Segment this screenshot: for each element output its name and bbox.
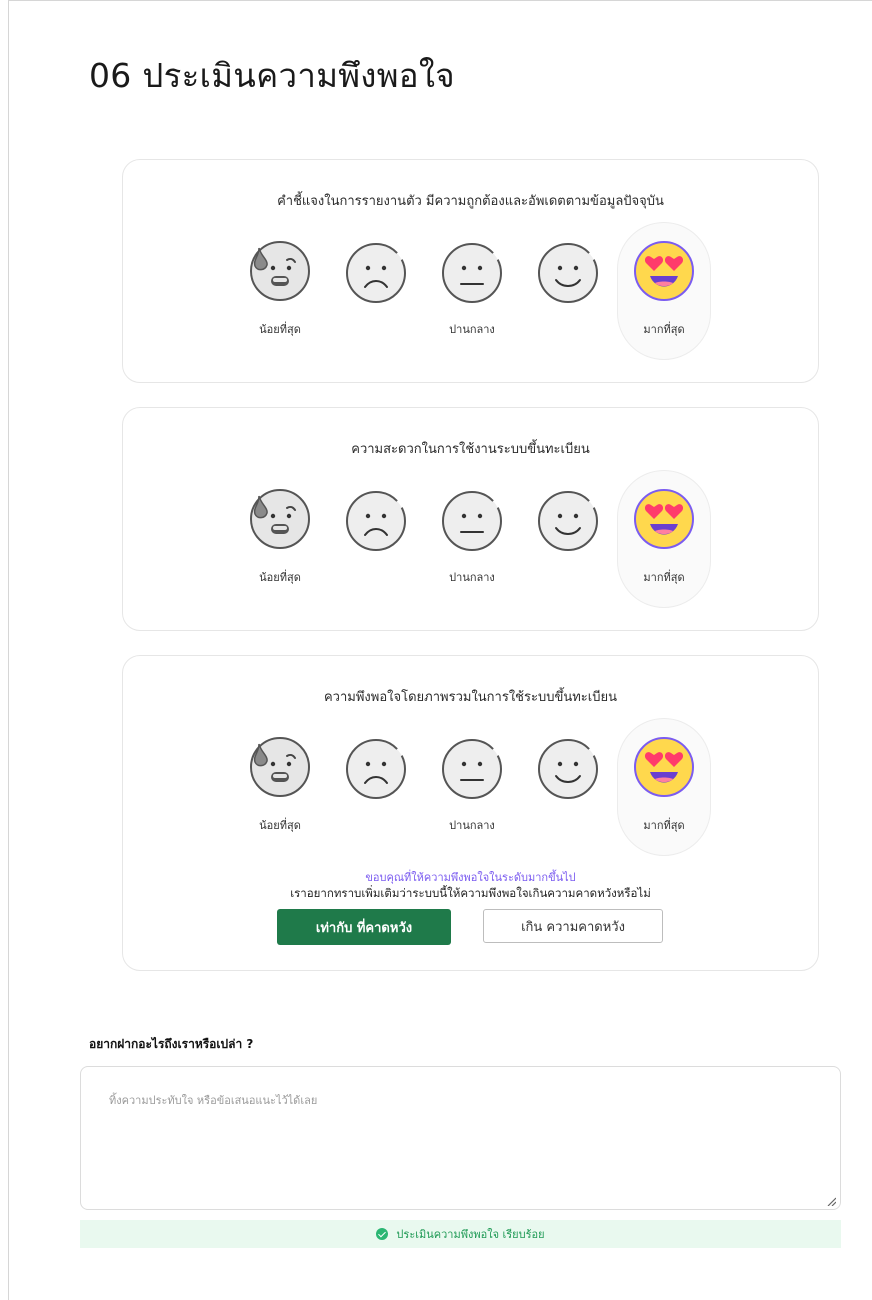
rating-row: น้อยที่สุด ปานกลาง มากที่สุด xyxy=(123,656,818,970)
rating-5-icon[interactable] xyxy=(631,734,697,800)
rating-5-icon[interactable] xyxy=(631,486,697,552)
label-moderate: ปานกลาง xyxy=(449,323,495,336)
feedback-textarea[interactable] xyxy=(80,1066,841,1210)
feedback-label: อยากฝากอะไรถึงเราหรือเปล่า ? xyxy=(89,1037,254,1051)
label-least: น้อยที่สุด xyxy=(259,819,301,832)
rating-2-icon[interactable] xyxy=(343,488,409,554)
rating-4-icon[interactable] xyxy=(535,736,601,802)
status-bar: ประเมินความพึงพอใจ เรียบร้อย xyxy=(80,1220,841,1248)
rating-1-icon[interactable] xyxy=(247,238,313,304)
resize-handle-icon[interactable] xyxy=(826,1196,836,1206)
label-moderate: ปานกลาง xyxy=(449,571,495,584)
rating-card-3: ความพึงพอใจโดยภาพรวมในการใช้ระบบขึ้นทะเบ… xyxy=(122,655,819,971)
rating-3-icon[interactable] xyxy=(439,736,505,802)
label-most: มากที่สุด xyxy=(643,571,685,584)
label-least: น้อยที่สุด xyxy=(259,571,301,584)
rating-row: น้อยที่สุด ปานกลาง มากที่สุด xyxy=(123,160,818,382)
thanks-message: ขอบคุณที่ให้ความพึงพอใจในระดับมากขึ้นไป xyxy=(365,871,576,884)
page-title: 06 ประเมินความพึงพอใจ xyxy=(89,56,455,95)
expectation-question: เราอยากทราบเพิ่มเติมว่าระบบนี้ให้ความพึง… xyxy=(290,886,651,900)
rating-4-icon[interactable] xyxy=(535,240,601,306)
label-least: น้อยที่สุด xyxy=(259,323,301,336)
status-text: ประเมินความพึงพอใจ เรียบร้อย xyxy=(396,1228,545,1241)
rating-5-icon[interactable] xyxy=(631,238,697,304)
rating-card-2: ความสะดวกในการใช้งานระบบขึ้นทะเบียน น้อย… xyxy=(122,407,819,631)
label-most: มากที่สุด xyxy=(643,323,685,336)
rating-3-icon[interactable] xyxy=(439,488,505,554)
meets-expectation-button[interactable]: เท่ากับ ที่คาดหวัง xyxy=(277,909,451,945)
rating-2-icon[interactable] xyxy=(343,240,409,306)
label-most: มากที่สุด xyxy=(643,819,685,832)
rating-2-icon[interactable] xyxy=(343,736,409,802)
rating-3-icon[interactable] xyxy=(439,240,505,306)
rating-card-1: คำชี้แจงในการรายงานตัว มีความถูกต้องและอ… xyxy=(122,159,819,383)
check-circle-icon xyxy=(376,1228,389,1240)
rating-1-icon[interactable] xyxy=(247,486,313,552)
rating-row: น้อยที่สุด ปานกลาง มากที่สุด xyxy=(123,408,818,630)
rating-1-icon[interactable] xyxy=(247,734,313,800)
exceeds-expectation-button[interactable]: เกิน ความคาดหวัง xyxy=(483,909,663,943)
label-moderate: ปานกลาง xyxy=(449,819,495,832)
rating-4-icon[interactable] xyxy=(535,488,601,554)
